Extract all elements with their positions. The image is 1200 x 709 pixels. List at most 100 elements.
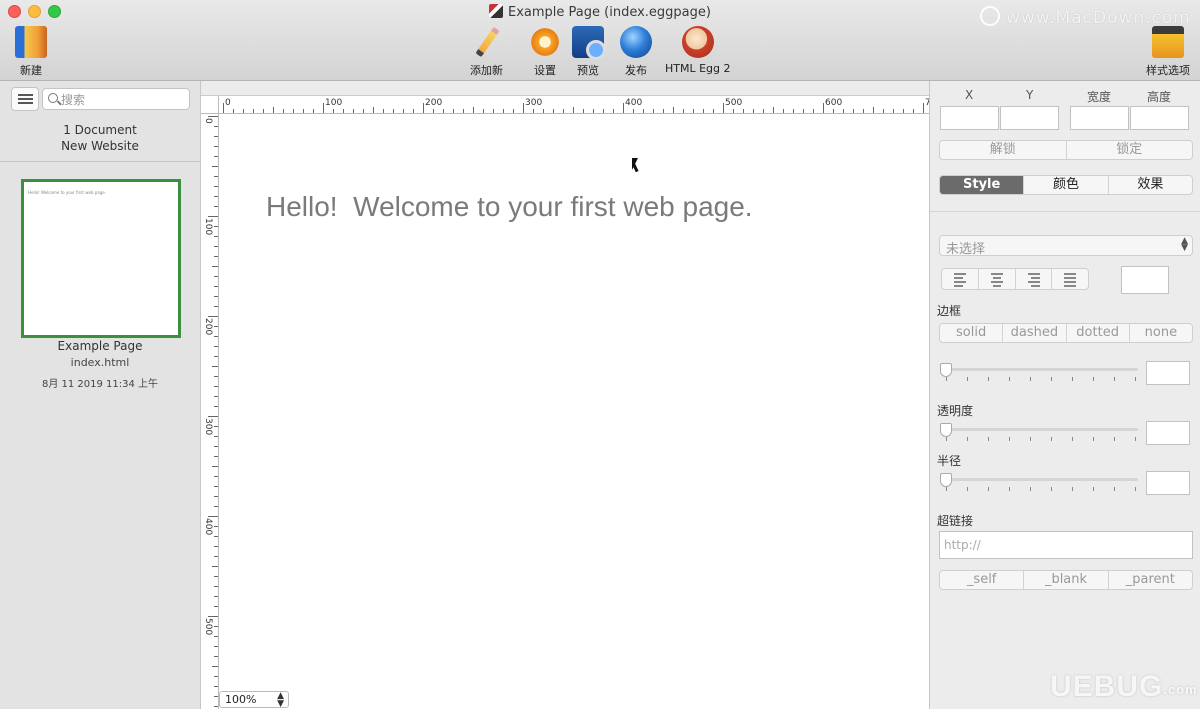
tab-color[interactable]: 颜色 [1024,176,1109,194]
search-input[interactable] [61,91,187,108]
border-solid-button[interactable]: solid [940,324,1004,342]
watermark-brand: UEBUG [1050,670,1164,703]
x-field[interactable] [940,106,999,130]
ruler-tick [214,376,218,377]
height-field[interactable] [1130,106,1189,130]
text-align-segment [941,268,1089,290]
ruler-tick [293,109,294,113]
target-self-button[interactable]: _self [940,571,1025,589]
ruler-tick [214,186,218,187]
ruler-tick [212,166,218,167]
tab-effects[interactable]: 效果 [1109,176,1192,194]
ruler-tick [214,676,218,677]
radius-field[interactable] [1146,471,1190,495]
search-icon [48,93,58,103]
ruler-tick [214,576,218,577]
unlock-button[interactable]: 解锁 [940,141,1067,159]
ruler-tick [783,109,784,113]
style-options-button-label: 样式选项 [1146,64,1190,77]
border-none-button[interactable]: none [1130,324,1192,342]
publish-button[interactable]: 发布 [620,26,652,78]
ruler-tick [863,109,864,113]
search-box [42,88,190,110]
ruler-tick [212,566,218,567]
page-thumbnail[interactable]: Hello! Welcome to your first web page. [21,179,181,338]
align-left-button[interactable] [942,269,979,289]
magnifier-icon [572,26,606,60]
html-egg-button[interactable]: HTML Egg 2 [665,26,731,75]
list-view-toggle[interactable] [11,87,39,111]
page-filename: index.html [70,356,130,369]
border-width-field[interactable] [1146,361,1190,385]
hyperlink-input[interactable] [939,531,1193,559]
document-count: 1 Document [63,123,137,137]
ruler-tick [633,109,634,113]
tab-style[interactable]: Style [940,176,1025,194]
style-options-button[interactable]: 样式选项 [1146,26,1190,78]
pencil-icon [471,26,503,58]
y-field[interactable] [1000,106,1059,130]
preview-button[interactable]: 预览 [572,26,606,78]
add-new-button[interactable]: 添加新 [470,26,503,78]
ruler-tick [843,109,844,113]
ruler-tick [214,396,218,397]
align-justify-button[interactable] [1052,269,1088,289]
font-size-field[interactable] [1121,266,1169,294]
border-dashed-button[interactable]: dashed [1003,324,1067,342]
ruler-label: 200 [203,318,213,336]
ruler-tick [214,546,218,547]
egg-logo-icon [681,26,714,58]
target-blank-button[interactable]: _blank [1024,571,1109,589]
border-label: 边框 [937,304,962,318]
ruler-tick [214,276,218,277]
ruler-tick [753,109,754,113]
ruler-tick [303,109,304,113]
ruler-tick [214,146,218,147]
ruler-tick [313,109,314,113]
ruler-tick [733,109,734,113]
target-parent-button[interactable]: _parent [1109,571,1192,589]
style-select-value: 未选择 [946,242,986,257]
align-right-button[interactable] [1016,269,1053,289]
style-select[interactable]: 未选择 ▲ ▼ [939,235,1193,257]
ruler-tick [214,556,218,557]
slider-knob[interactable] [940,423,952,437]
thumbnail-text: Hello! Welcome to your first web page. [28,190,107,195]
titlebar: Example Page (index.eggpage) www.MacDown… [0,0,1200,81]
ruler-label: 200 [425,98,443,108]
ruler-tick [603,109,604,113]
border-width-slider[interactable] [940,363,1138,383]
ruler-tick [893,109,894,113]
preview-button-label: 预览 [577,64,599,77]
width-field[interactable] [1070,106,1129,130]
new-button[interactable]: 新建 [15,26,47,78]
page-heading-text[interactable]: Hello! Welcome to your first web page. [266,191,753,223]
window-title-text: Example Page (index.eggpage) [508,5,711,20]
ruler-tick [363,109,364,113]
ruler-tick [553,109,554,113]
list-icon [18,94,33,96]
ruler-tick [613,109,614,113]
lock-button[interactable]: 锁定 [1067,141,1193,159]
ruler-tick [214,626,218,627]
zoom-select[interactable]: 100% ▲ ▼ [219,691,289,709]
watermark-logo-icon [980,6,1000,26]
ruler-tick [703,109,704,113]
add-new-button-label: 添加新 [470,64,503,77]
page-canvas[interactable]: 01002003004005006007 0100200300400500 He… [201,81,929,709]
radius-slider[interactable] [940,473,1138,493]
ruler-tick [593,109,594,113]
slider-knob[interactable] [940,473,952,487]
ruler-tick [713,109,714,113]
settings-button[interactable]: 设置 [529,26,561,78]
ruler-tick [214,386,218,387]
inspector-panel: X Y 宽度 高度 解锁 锁定 Style 颜色 效果 未选择 ▲ ▼ 边框 s… [929,81,1200,709]
border-dotted-button[interactable]: dotted [1067,324,1130,342]
align-center-button[interactable] [979,269,1016,289]
page-date: 8月 11 2019 11:34 上午 [41,379,159,390]
slider-knob[interactable] [940,363,952,377]
opacity-slider[interactable] [940,423,1138,443]
opacity-field[interactable] [1146,421,1190,445]
horizontal-ruler: 01002003004005006007 [219,96,929,114]
ruler-tick [214,306,218,307]
